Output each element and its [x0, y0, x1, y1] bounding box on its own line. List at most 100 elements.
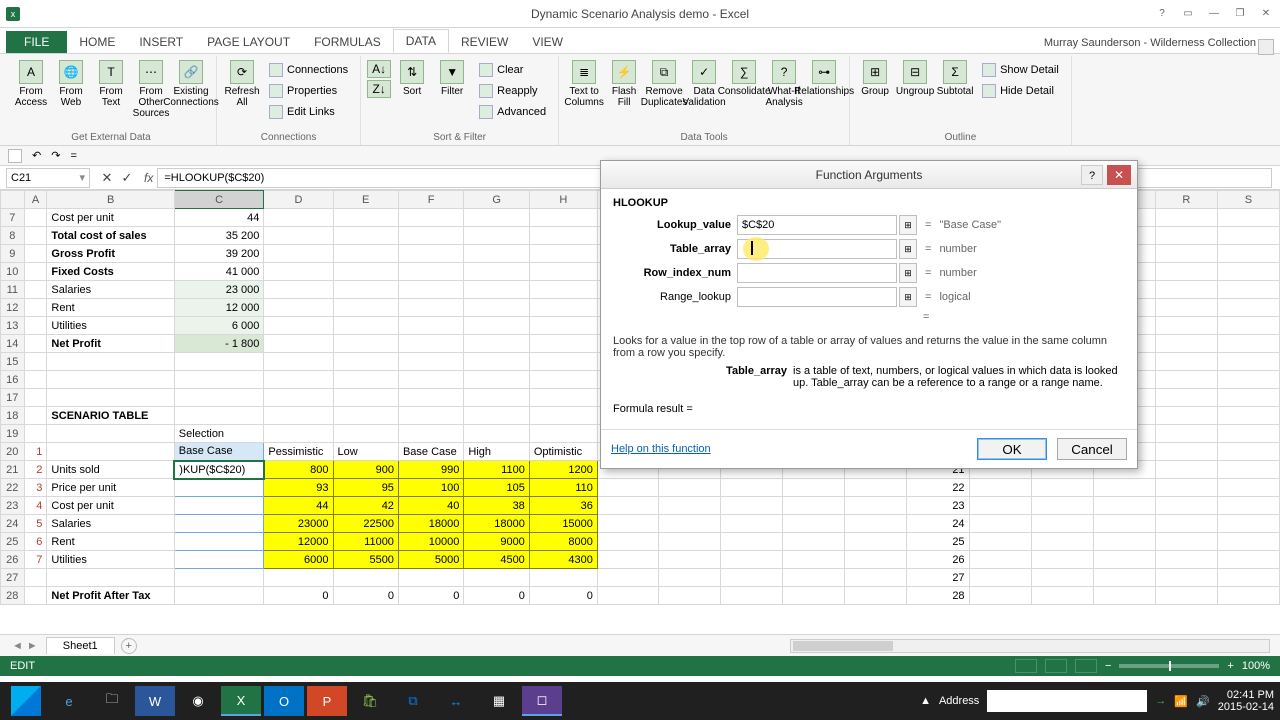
col-header-H[interactable]: H — [529, 191, 597, 209]
cell-R26[interactable] — [1155, 551, 1217, 569]
view-page-break-icon[interactable] — [1075, 659, 1097, 673]
cell-E11[interactable] — [333, 281, 398, 299]
cell-A10[interactable] — [24, 263, 47, 281]
arg-ref-button-1[interactable]: ⊞ — [899, 239, 917, 259]
cell-C13[interactable]: 6 000 — [174, 317, 264, 335]
cell-K23[interactable] — [720, 497, 782, 515]
cell-E17[interactable] — [333, 389, 398, 407]
cell-C24[interactable] — [174, 515, 264, 533]
cell-S14[interactable] — [1217, 335, 1279, 353]
cell-Q28[interactable] — [1093, 587, 1155, 605]
cell-N22[interactable]: 22 — [906, 479, 969, 497]
row-header-26[interactable]: 26 — [1, 551, 25, 569]
taskbar-recorder-icon[interactable]: ◻ — [522, 686, 562, 716]
cell-N25[interactable]: 25 — [906, 533, 969, 551]
cell-A25[interactable]: 6 — [24, 533, 47, 551]
cell-S16[interactable] — [1217, 371, 1279, 389]
cell-S25[interactable] — [1217, 533, 1279, 551]
view-normal-icon[interactable] — [1015, 659, 1037, 673]
cell-F25[interactable]: 10000 — [398, 533, 463, 551]
cell-R21[interactable] — [1155, 461, 1217, 479]
cell-I25[interactable] — [597, 533, 658, 551]
cell-N24[interactable]: 24 — [906, 515, 969, 533]
cell-E9[interactable] — [333, 245, 398, 263]
tray-network-icon[interactable]: 📶 — [1174, 695, 1188, 708]
cell-H25[interactable]: 8000 — [529, 533, 597, 551]
tray-clock[interactable]: 02:41 PM2015-02-14 — [1218, 689, 1274, 713]
cell-B10[interactable]: Fixed Costs — [47, 263, 174, 281]
cell-H10[interactable] — [529, 263, 597, 281]
cell-D7[interactable] — [264, 209, 333, 227]
enter-formula-icon[interactable]: ✓ — [120, 170, 134, 186]
row-header-23[interactable]: 23 — [1, 497, 25, 515]
cell-B24[interactable]: Salaries — [47, 515, 174, 533]
cell-I23[interactable] — [597, 497, 658, 515]
taskbar-explorer-icon[interactable]: 🗀 — [92, 686, 132, 716]
arg-ref-button-2[interactable]: ⊞ — [899, 263, 917, 283]
arg-input-0[interactable] — [737, 215, 897, 235]
cell-F14[interactable] — [398, 335, 463, 353]
cell-D19[interactable] — [264, 425, 333, 443]
cell-C14[interactable]: - 1 800 — [174, 335, 264, 353]
arg-ref-button-0[interactable]: ⊞ — [899, 215, 917, 235]
cell-C10[interactable]: 41 000 — [174, 263, 264, 281]
cell-B9[interactable]: Gross Profit — [47, 245, 174, 263]
cell-A11[interactable] — [24, 281, 47, 299]
cell-D16[interactable] — [264, 371, 333, 389]
cell-K24[interactable] — [720, 515, 782, 533]
col-header-F[interactable]: F — [398, 191, 463, 209]
cell-R28[interactable] — [1155, 587, 1217, 605]
advanced-button[interactable]: Advanced — [473, 102, 552, 122]
cell-R7[interactable] — [1155, 209, 1217, 227]
cell-O27[interactable] — [969, 569, 1031, 587]
cell-S22[interactable] — [1217, 479, 1279, 497]
taskbar-outlook-icon[interactable]: O — [264, 686, 304, 716]
tab-formulas[interactable]: FORMULAS — [302, 31, 393, 53]
cell-R20[interactable] — [1155, 443, 1217, 461]
cell-C21[interactable]: )KUP($C$20) — [174, 461, 264, 479]
cell-G18[interactable] — [464, 407, 529, 425]
cell-R8[interactable] — [1155, 227, 1217, 245]
cell-S24[interactable] — [1217, 515, 1279, 533]
cell-E8[interactable] — [333, 227, 398, 245]
cell-A7[interactable] — [24, 209, 47, 227]
cell-F13[interactable] — [398, 317, 463, 335]
cell-C22[interactable] — [174, 479, 264, 497]
cell-A19[interactable] — [24, 425, 47, 443]
cell-R24[interactable] — [1155, 515, 1217, 533]
cell-O28[interactable] — [969, 587, 1031, 605]
cell-R27[interactable] — [1155, 569, 1217, 587]
restore-icon[interactable]: ❐ — [1228, 5, 1252, 23]
cell-M24[interactable] — [844, 515, 906, 533]
cell-E16[interactable] — [333, 371, 398, 389]
cell-K28[interactable] — [720, 587, 782, 605]
start-button[interactable] — [6, 686, 46, 716]
name-box[interactable]: C21▾ — [6, 168, 90, 188]
sheet-nav-prev-icon[interactable]: ◄ — [10, 640, 25, 652]
tab-insert[interactable]: INSERT — [127, 31, 195, 53]
cell-R19[interactable] — [1155, 425, 1217, 443]
sort-az-button[interactable]: A↓Z↓ — [367, 58, 391, 124]
row-header-18[interactable]: 18 — [1, 407, 25, 425]
cell-L24[interactable] — [782, 515, 844, 533]
cell-C25[interactable] — [174, 533, 264, 551]
cell-H17[interactable] — [529, 389, 597, 407]
cell-H24[interactable]: 15000 — [529, 515, 597, 533]
cell-S13[interactable] — [1217, 317, 1279, 335]
cell-A21[interactable]: 2 — [24, 461, 47, 479]
cell-A16[interactable] — [24, 371, 47, 389]
cell-E13[interactable] — [333, 317, 398, 335]
taskbar-store-icon[interactable]: 🛍 — [350, 686, 390, 716]
cell-F20[interactable]: Base Case — [398, 443, 463, 461]
cell-A26[interactable]: 7 — [24, 551, 47, 569]
properties-button[interactable]: Properties — [263, 81, 354, 101]
cell-O22[interactable] — [969, 479, 1031, 497]
cell-A20[interactable]: 1 — [24, 443, 47, 461]
cell-I24[interactable] — [597, 515, 658, 533]
cell-G11[interactable] — [464, 281, 529, 299]
cell-M25[interactable] — [844, 533, 906, 551]
ungroup-button[interactable]: ⊟Ungroup — [896, 58, 934, 124]
cell-D9[interactable] — [264, 245, 333, 263]
cell-P22[interactable] — [1031, 479, 1093, 497]
cell-L25[interactable] — [782, 533, 844, 551]
